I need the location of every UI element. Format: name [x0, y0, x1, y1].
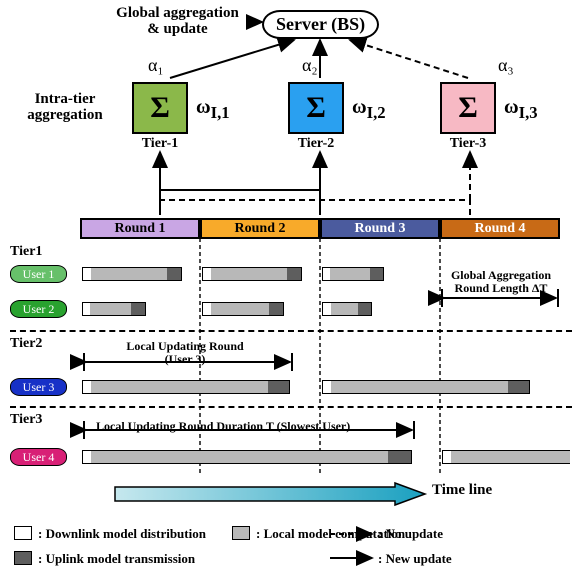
global-aggregation-label: Global aggregation& update	[105, 6, 250, 38]
legend-swatch-downlink	[14, 526, 32, 540]
omega-3: ωI,3	[504, 96, 538, 123]
user-2-badge: User 2	[10, 300, 67, 318]
legend-text-newupdate: : New update	[378, 551, 452, 567]
global-round-length-label: Global AggregationRound Length ΔT	[442, 269, 560, 294]
user-3-badge: User 3	[10, 378, 67, 396]
user-1-badge: User 1	[10, 265, 67, 283]
tier1-aggregator: Σ	[132, 82, 188, 134]
user2-round2-bar	[202, 302, 284, 316]
local-round-u3-label: Local Updating Round(User 3)	[100, 340, 270, 365]
tier2-aggregator: Σ	[288, 82, 344, 134]
tier2-row-label: Tier2	[10, 336, 42, 352]
omega-2: ωI,2	[352, 96, 386, 123]
omega-1-symbol: ω	[196, 96, 211, 118]
omega-3-sub: I,3	[519, 103, 538, 122]
user4-span2-bar	[442, 450, 570, 464]
user3-span2-bar	[322, 380, 530, 394]
omega-2-sub: I,2	[367, 103, 386, 122]
intra-tier-label: Intra-tieraggregation	[20, 92, 110, 124]
tier3-label: Tier-3	[446, 136, 490, 152]
alpha-1: α₁	[148, 55, 164, 76]
omega-2-symbol: ω	[352, 96, 367, 118]
legend-text-uplink: : Uplink model transmission	[38, 551, 195, 567]
user3-span1-bar	[82, 380, 290, 394]
alpha-2: α₂	[302, 55, 318, 76]
omega-1: ωI,1	[196, 96, 230, 123]
legend-text-downlink: : Downlink model distribution	[38, 526, 206, 542]
timeline-label: Time line	[432, 482, 492, 499]
separator-tier2-tier3	[10, 406, 572, 408]
user-4-badge: User 4	[10, 448, 67, 466]
user1-round2-bar	[202, 267, 302, 281]
separator-tier1-tier2	[10, 330, 572, 332]
round-3-header: Round 3	[320, 218, 440, 239]
legend-swatch-uplink	[14, 551, 32, 565]
user4-span1-bar	[82, 450, 412, 464]
tier2-label: Tier-2	[294, 136, 338, 152]
legend-swatch-compute	[232, 526, 250, 540]
server-box: Server (BS)	[262, 10, 379, 39]
omega-1-sub: I,1	[211, 103, 230, 122]
user1-round1-bar	[82, 267, 182, 281]
tier3-row-label: Tier3	[10, 412, 42, 428]
tier1-label: Tier-1	[138, 136, 182, 152]
legend-text-noupdate: : No update	[378, 526, 443, 542]
user2-round3-bar	[322, 302, 372, 316]
round-1-header: Round 1	[80, 218, 200, 239]
round-2-header: Round 2	[200, 218, 320, 239]
slowest-user-label: Local Updating Round Duration T (Slowest…	[96, 420, 406, 433]
tier3-aggregator: Σ	[440, 82, 496, 134]
omega-3-symbol: ω	[504, 96, 519, 118]
alpha-3: α₃	[498, 55, 514, 76]
user1-round3-bar	[322, 267, 384, 281]
round-4-header: Round 4	[440, 218, 560, 239]
tier1-row-label: Tier1	[10, 244, 42, 260]
user2-round1-bar	[82, 302, 146, 316]
